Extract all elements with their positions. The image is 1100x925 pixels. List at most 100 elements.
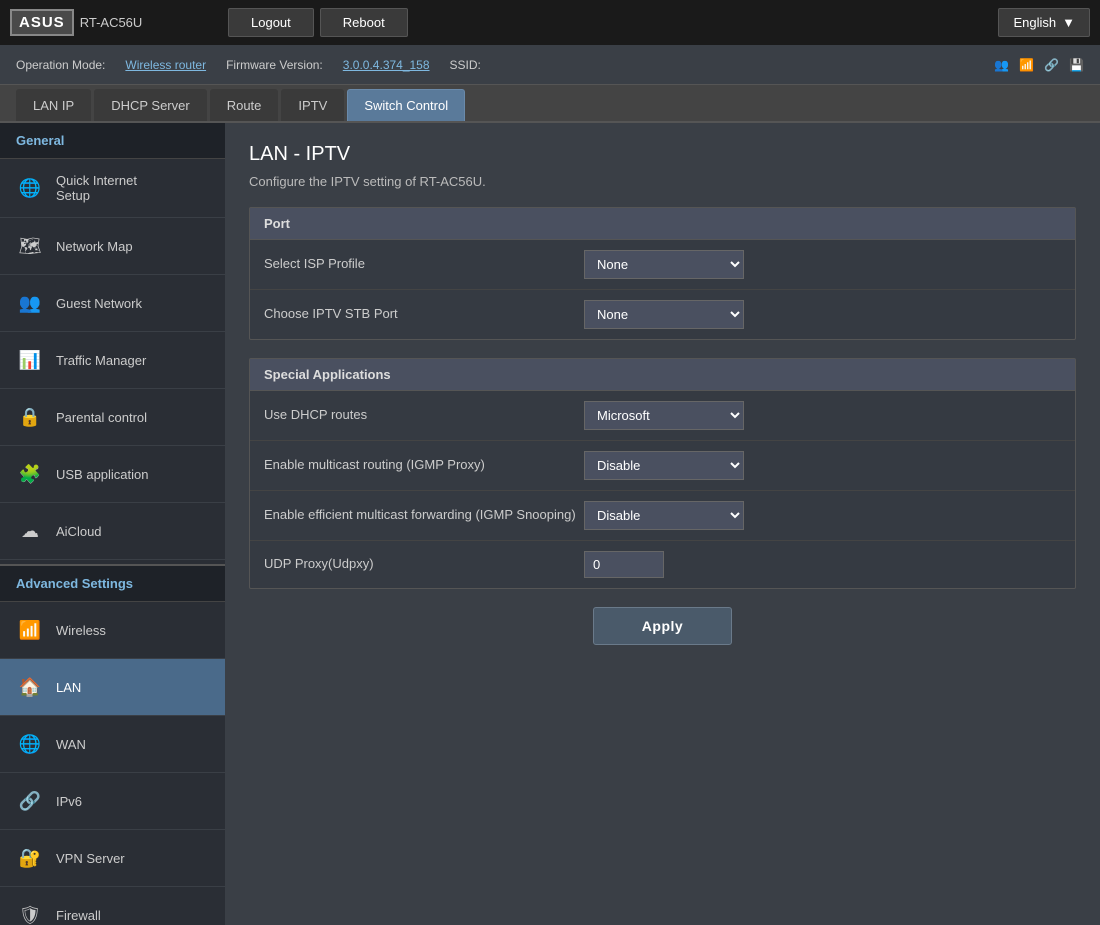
model-text: RT-AC56U: [80, 15, 143, 30]
tab-route[interactable]: Route: [210, 89, 279, 121]
guest-network-icon: 👥: [16, 289, 44, 317]
quick-setup-icon: 🌐: [16, 174, 44, 202]
sidebar-item-vpn-server[interactable]: 🔐 VPN Server: [0, 830, 225, 887]
top-right: English ▼: [998, 8, 1090, 37]
igmp-proxy-row: Enable multicast routing (IGMP Proxy) Di…: [250, 441, 1075, 491]
special-applications-section: Special Applications Use DHCP routes Mic…: [249, 358, 1076, 589]
sidebar-item-ipv6[interactable]: 🔗 IPv6: [0, 773, 225, 830]
language-arrow-icon: ▼: [1062, 15, 1075, 30]
tab-iptv[interactable]: IPTV: [281, 89, 344, 121]
dhcp-routes-label: Use DHCP routes: [264, 406, 584, 424]
logo-area: ASUS RT-AC56U: [10, 9, 220, 36]
sidebar-item-usb-application[interactable]: 🧩 USB application: [0, 446, 225, 503]
aicloud-icon: ☁: [16, 517, 44, 545]
sidebar-item-wireless[interactable]: 📶 Wireless: [0, 602, 225, 659]
sidebar-item-guest-network[interactable]: 👥 Guest Network: [0, 275, 225, 332]
tab-lan-ip[interactable]: LAN IP: [16, 89, 91, 121]
share-icon[interactable]: 🔗: [1044, 58, 1059, 72]
firmware-label: Firmware Version:: [226, 58, 323, 72]
apply-row: Apply: [249, 607, 1076, 645]
sidebar-item-label: Traffic Manager: [56, 353, 146, 368]
users-icon[interactable]: 👥: [994, 58, 1009, 72]
iptv-stb-port-row: Choose IPTV STB Port None LAN1 LAN2 LAN3…: [250, 290, 1075, 339]
traffic-manager-icon: 📊: [16, 346, 44, 374]
sidebar-item-network-map[interactable]: 🗺 Network Map: [0, 218, 225, 275]
iptv-stb-port-control: None LAN1 LAN2 LAN3 LAN4: [584, 300, 1061, 329]
general-section-title: General: [0, 123, 225, 159]
sidebar-item-label: Network Map: [56, 239, 133, 254]
isp-profile-select[interactable]: None Other: [584, 250, 744, 279]
igmp-proxy-select[interactable]: Disable Enable: [584, 451, 744, 480]
info-icons: 👥 📶 🔗 💾: [994, 58, 1084, 72]
isp-profile-control: None Other: [584, 250, 1061, 279]
sidebar-item-label: Wireless: [56, 623, 106, 638]
udp-proxy-row: UDP Proxy(Udpxy): [250, 541, 1075, 588]
sidebar-item-label: Guest Network: [56, 296, 142, 311]
sidebar-item-label: IPv6: [56, 794, 82, 809]
sidebar-item-label: VPN Server: [56, 851, 125, 866]
sidebar-item-label: WAN: [56, 737, 86, 752]
language-button[interactable]: English ▼: [998, 8, 1090, 37]
main-layout: General 🌐 Quick InternetSetup 🗺 Network …: [0, 123, 1100, 925]
apply-button[interactable]: Apply: [593, 607, 732, 645]
sidebar-item-traffic-manager[interactable]: 📊 Traffic Manager: [0, 332, 225, 389]
ssid-label: SSID:: [450, 58, 481, 72]
special-applications-header: Special Applications: [250, 359, 1075, 391]
sidebar-item-quick-internet-setup[interactable]: 🌐 Quick InternetSetup: [0, 159, 225, 218]
dhcp-routes-select[interactable]: Microsoft No Yes: [584, 401, 744, 430]
dhcp-routes-control: Microsoft No Yes: [584, 401, 1061, 430]
udp-proxy-label: UDP Proxy(Udpxy): [264, 555, 584, 573]
igmp-snooping-select[interactable]: Disable Enable: [584, 501, 744, 530]
port-section: Port Select ISP Profile None Other Choos…: [249, 207, 1076, 340]
tab-dhcp-server[interactable]: DHCP Server: [94, 89, 207, 121]
igmp-snooping-control: Disable Enable: [584, 501, 1061, 530]
isp-profile-label: Select ISP Profile: [264, 255, 584, 273]
ipv6-icon: 🔗: [16, 787, 44, 815]
iptv-stb-port-label: Choose IPTV STB Port: [264, 305, 584, 323]
firmware-value[interactable]: 3.0.0.4.374_158: [343, 58, 430, 72]
igmp-proxy-control: Disable Enable: [584, 451, 1061, 480]
igmp-proxy-label: Enable multicast routing (IGMP Proxy): [264, 456, 584, 474]
wan-icon: 🌐: [16, 730, 44, 758]
isp-profile-row: Select ISP Profile None Other: [250, 240, 1075, 290]
reboot-button[interactable]: Reboot: [320, 8, 408, 37]
storage-icon[interactable]: 💾: [1069, 58, 1084, 72]
logout-button[interactable]: Logout: [228, 8, 314, 37]
page-desc: Configure the IPTV setting of RT-AC56U.: [249, 174, 1076, 189]
udp-proxy-input[interactable]: [584, 551, 664, 578]
igmp-snooping-row: Enable efficient multicast forwarding (I…: [250, 491, 1075, 541]
sidebar-item-label: Quick InternetSetup: [56, 173, 137, 203]
iptv-stb-port-select[interactable]: None LAN1 LAN2 LAN3 LAN4: [584, 300, 744, 329]
language-label: English: [1013, 15, 1056, 30]
sidebar-item-wan[interactable]: 🌐 WAN: [0, 716, 225, 773]
sidebar-item-lan[interactable]: 🏠 LAN: [0, 659, 225, 716]
port-section-header: Port: [250, 208, 1075, 240]
info-bar: Operation Mode: Wireless router Firmware…: [0, 45, 1100, 85]
sidebar-item-label: Firewall: [56, 908, 101, 923]
sidebar-item-aicloud[interactable]: ☁ AiCloud: [0, 503, 225, 560]
network-map-icon: 🗺: [16, 232, 44, 260]
top-bar: ASUS RT-AC56U Logout Reboot English ▼: [0, 0, 1100, 45]
connection-icon[interactable]: 📶: [1019, 58, 1034, 72]
sidebar-item-label: USB application: [56, 467, 149, 482]
usb-application-icon: 🧩: [16, 460, 44, 488]
sidebar-item-label: Parental control: [56, 410, 147, 425]
lan-icon: 🏠: [16, 673, 44, 701]
operation-mode-value[interactable]: Wireless router: [125, 58, 206, 72]
dhcp-routes-row: Use DHCP routes Microsoft No Yes: [250, 391, 1075, 441]
advanced-section-title: Advanced Settings: [0, 564, 225, 602]
page-title: LAN - IPTV: [249, 143, 1076, 166]
operation-mode-label: Operation Mode:: [16, 58, 105, 72]
top-bar-buttons: Logout Reboot: [228, 8, 990, 37]
sidebar-item-firewall[interactable]: 🛡 Firewall: [0, 887, 225, 925]
sidebar-item-label: AiCloud: [56, 524, 102, 539]
sidebar-item-label: LAN: [56, 680, 81, 695]
igmp-snooping-label: Enable efficient multicast forwarding (I…: [264, 506, 584, 524]
firewall-icon: 🛡: [16, 901, 44, 925]
sidebar: General 🌐 Quick InternetSetup 🗺 Network …: [0, 123, 225, 925]
asus-logo-text: ASUS: [10, 9, 74, 36]
vpn-server-icon: 🔐: [16, 844, 44, 872]
tab-switch-control[interactable]: Switch Control: [347, 89, 465, 121]
sidebar-item-parental-control[interactable]: 🔒 Parental control: [0, 389, 225, 446]
content-area: LAN - IPTV Configure the IPTV setting of…: [225, 123, 1100, 925]
